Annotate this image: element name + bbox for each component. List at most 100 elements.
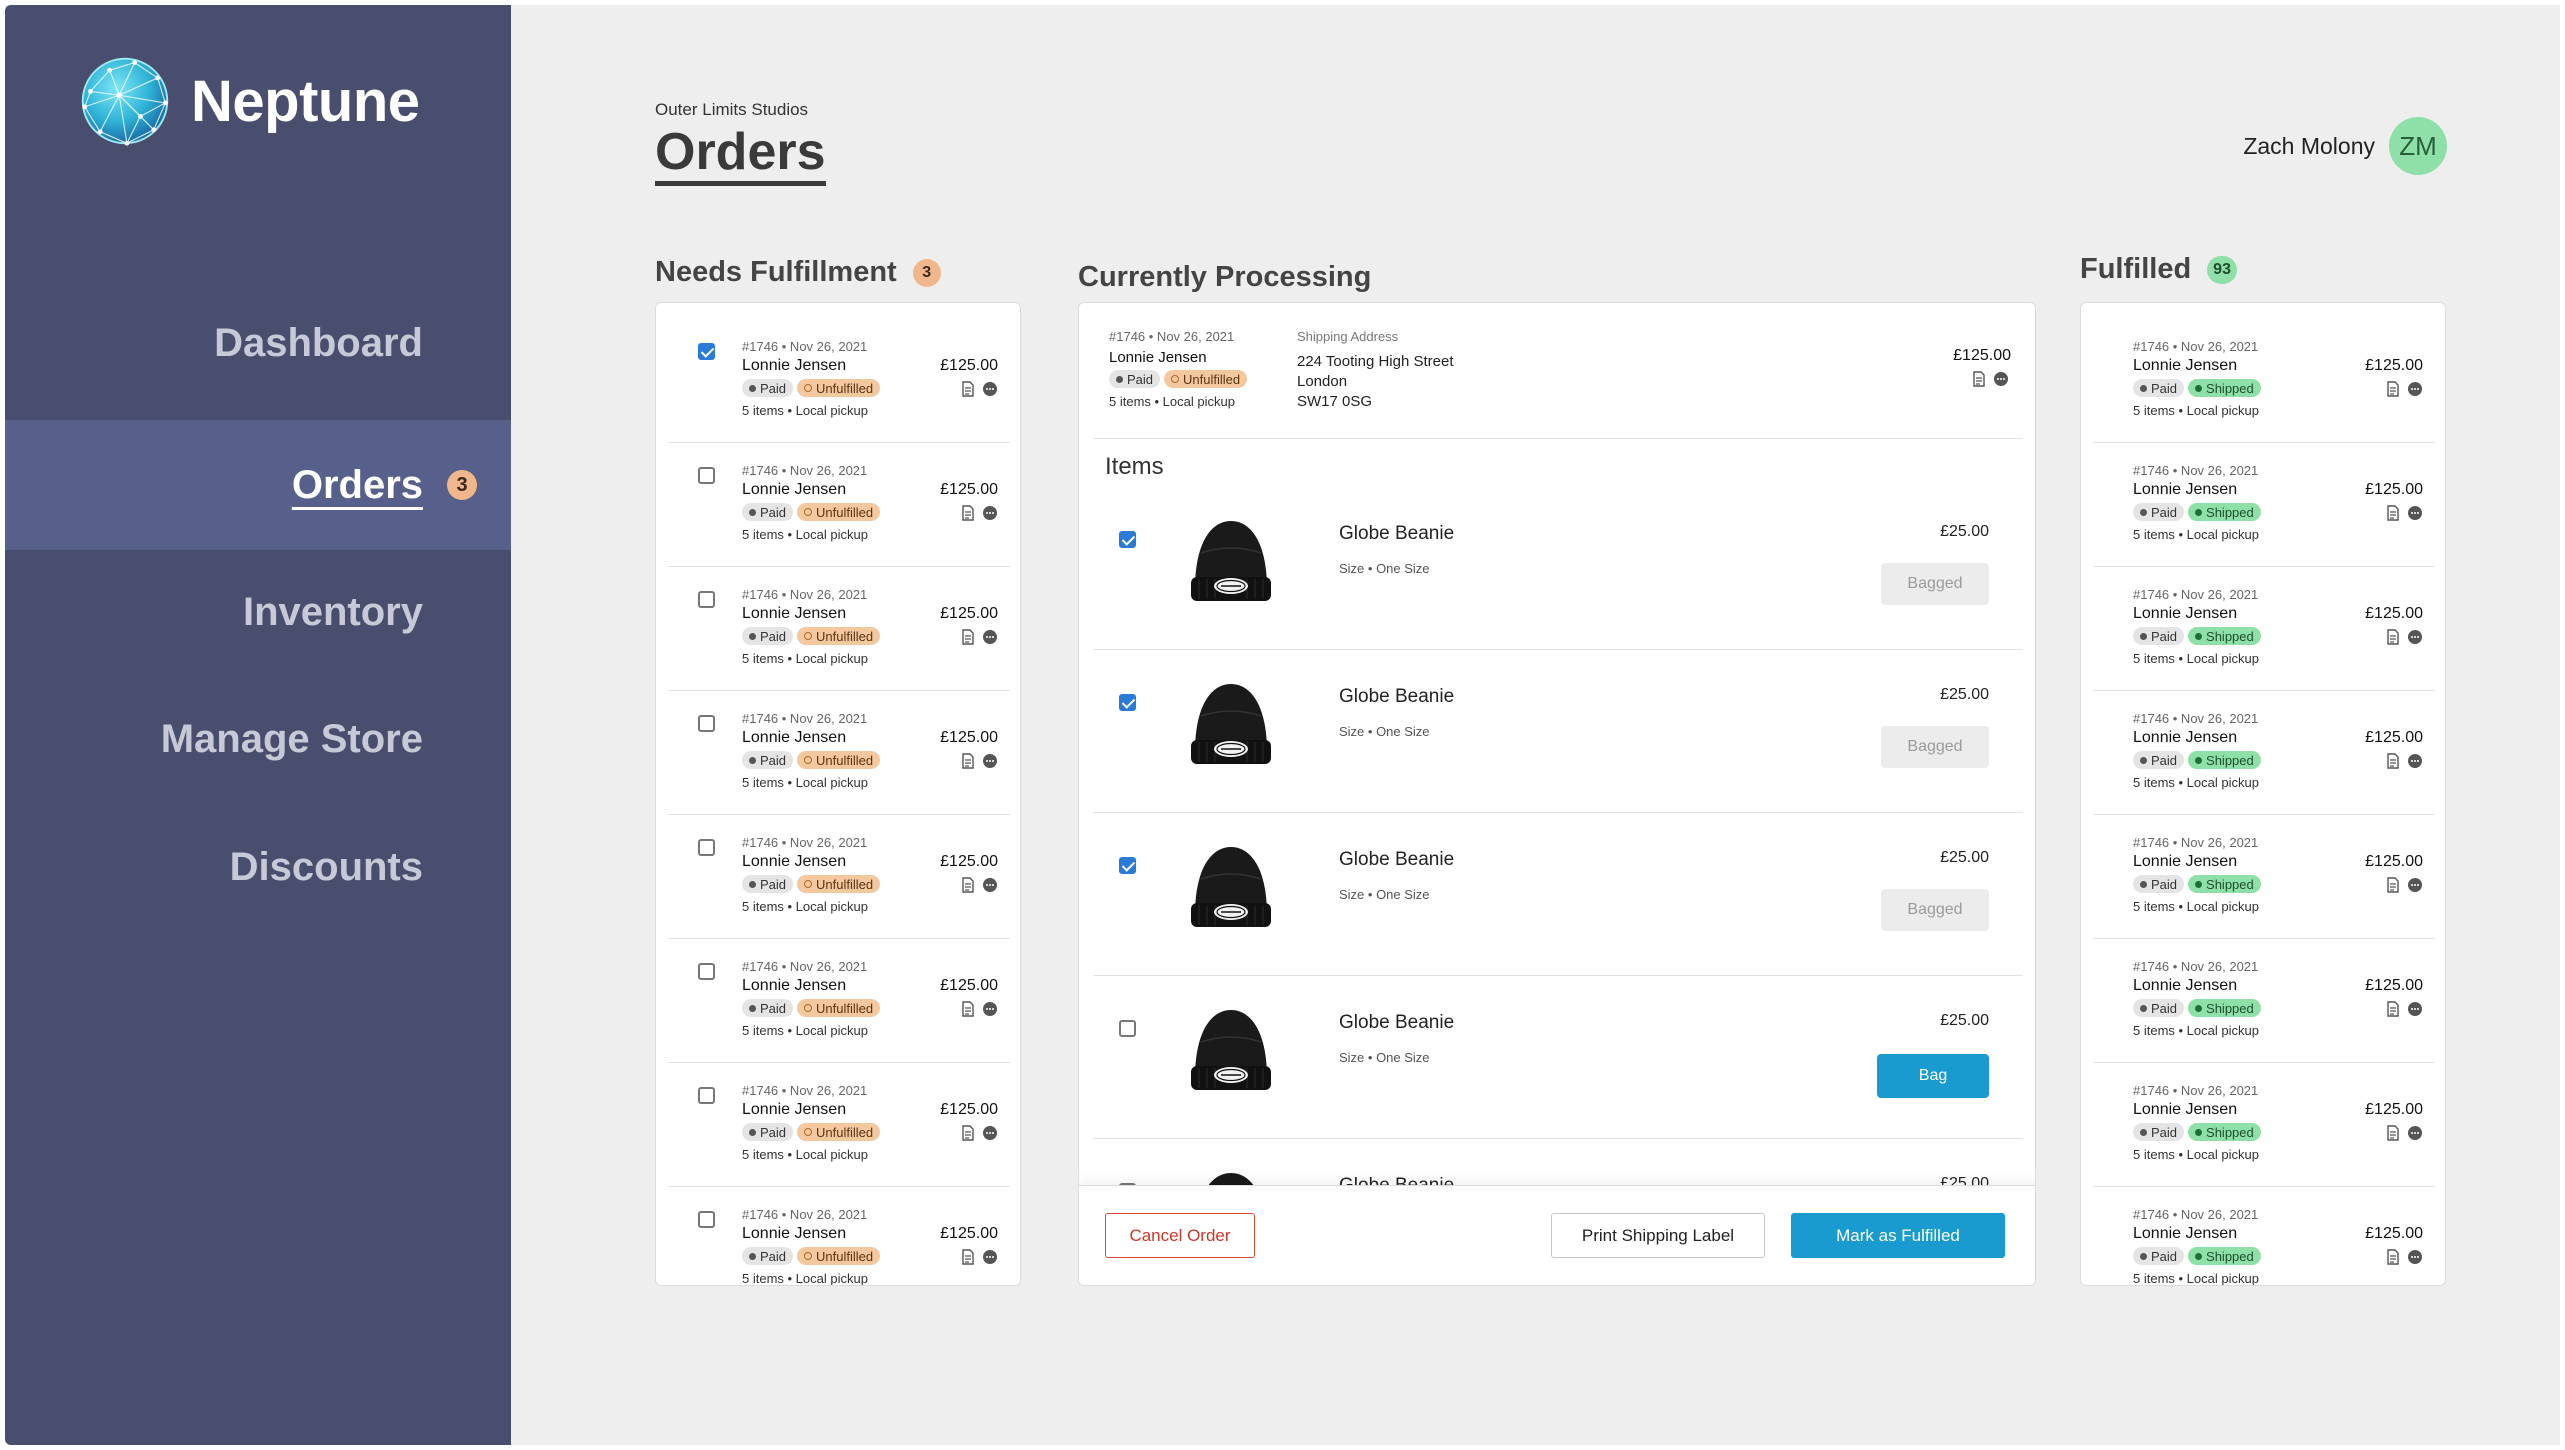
- document-icon[interactable]: [960, 877, 976, 893]
- order-tags: Paid Unfulfilled: [742, 1247, 881, 1265]
- bag-button[interactable]: Bag: [1877, 1054, 1989, 1098]
- items-summary: 5 items • Local pickup: [742, 1023, 868, 1038]
- order-meta: #1746 • Nov 26, 2021: [2133, 711, 2259, 726]
- unfulfilled-badge: Unfulfilled: [1164, 370, 1248, 388]
- order-card[interactable]: #1746 • Nov 26, 2021 Lonnie Jensen Paid …: [2093, 1063, 2435, 1187]
- order-checkbox[interactable]: [698, 343, 715, 360]
- document-icon[interactable]: [2385, 629, 2401, 645]
- item-name: Globe Beanie: [1339, 523, 1455, 544]
- order-checkbox[interactable]: [698, 839, 715, 856]
- order-card[interactable]: #1746 • Nov 26, 2021 Lonnie Jensen Paid …: [668, 939, 1010, 1063]
- order-card[interactable]: #1746 • Nov 26, 2021 Lonnie Jensen Paid …: [2093, 815, 2435, 939]
- nav-item-orders[interactable]: Orders 3: [5, 420, 511, 550]
- order-card[interactable]: #1746 • Nov 26, 2021 Lonnie Jensen Paid …: [2093, 1187, 2435, 1285]
- column-title: Needs Fulfillment: [655, 256, 897, 288]
- order-total: £125.00: [940, 977, 998, 994]
- bagged-button[interactable]: Bagged: [1881, 563, 1989, 605]
- document-icon[interactable]: [2385, 753, 2401, 769]
- order-checkbox[interactable]: [698, 591, 715, 608]
- currently-processing-heading: Currently Processing: [1078, 261, 1371, 294]
- order-checkbox[interactable]: [698, 715, 715, 732]
- comment-icon[interactable]: [2407, 381, 2423, 397]
- document-icon[interactable]: [2385, 1249, 2401, 1265]
- customer-name: Lonnie Jensen: [2133, 977, 2238, 994]
- comment-icon[interactable]: [982, 629, 998, 645]
- comment-icon[interactable]: [2407, 1001, 2423, 1017]
- avatar[interactable]: ZM: [2389, 117, 2447, 175]
- order-card[interactable]: #1746 • Nov 26, 2021 Lonnie Jensen Paid …: [668, 567, 1010, 691]
- items-summary: 5 items • Local pickup: [742, 1271, 868, 1286]
- document-icon[interactable]: [960, 1125, 976, 1141]
- document-icon[interactable]: [960, 753, 976, 769]
- order-checkbox[interactable]: [698, 467, 715, 484]
- cancel-order-button[interactable]: Cancel Order: [1105, 1213, 1255, 1258]
- customer-name: Lonnie Jensen: [742, 729, 847, 746]
- order-card[interactable]: #1746 • Nov 26, 2021 Lonnie Jensen Paid …: [668, 443, 1010, 567]
- order-card[interactable]: #1746 • Nov 26, 2021 Lonnie Jensen Paid …: [2093, 319, 2435, 443]
- comment-icon[interactable]: [2407, 505, 2423, 521]
- nav-item-dashboard[interactable]: Dashboard: [5, 298, 511, 388]
- order-card[interactable]: #1746 • Nov 26, 2021 Lonnie Jensen Paid …: [2093, 443, 2435, 567]
- order-meta: #1746 • Nov 26, 2021: [2133, 1207, 2259, 1222]
- comment-icon[interactable]: [982, 753, 998, 769]
- item-checkbox[interactable]: [1119, 857, 1136, 874]
- order-card[interactable]: #1746 • Nov 26, 2021 Lonnie Jensen Paid …: [2093, 691, 2435, 815]
- nav-item-discounts[interactable]: Discounts: [5, 822, 511, 912]
- comment-icon[interactable]: [982, 877, 998, 893]
- comment-icon[interactable]: [982, 1249, 998, 1265]
- mark-as-fulfilled-button[interactable]: Mark as Fulfilled: [1791, 1213, 2005, 1258]
- comment-icon[interactable]: [2407, 1125, 2423, 1141]
- comment-icon[interactable]: [982, 381, 998, 397]
- order-card[interactable]: #1746 • Nov 26, 2021 Lonnie Jensen Paid …: [2093, 939, 2435, 1063]
- shipped-badge: Shipped: [2188, 627, 2261, 645]
- order-summary[interactable]: #1746 • Nov 26, 2021 Lonnie Jensen Paid …: [1079, 303, 2035, 438]
- document-icon[interactable]: [960, 1001, 976, 1017]
- document-icon[interactable]: [2385, 381, 2401, 397]
- order-meta: #1746 • Nov 26, 2021: [2133, 587, 2259, 602]
- user-menu[interactable]: Zach Molony ZM: [2243, 117, 2447, 175]
- item-checkbox[interactable]: [1119, 694, 1136, 711]
- order-card[interactable]: #1746 • Nov 26, 2021 Lonnie Jensen Paid …: [668, 319, 1010, 443]
- comment-icon[interactable]: [2407, 877, 2423, 893]
- brand-logo[interactable]: Neptune: [77, 53, 420, 149]
- order-total: £125.00: [940, 357, 998, 374]
- document-icon[interactable]: [2385, 877, 2401, 893]
- bagged-button[interactable]: Bagged: [1881, 889, 1989, 931]
- document-icon[interactable]: [2385, 1125, 2401, 1141]
- document-icon[interactable]: [960, 381, 976, 397]
- document-icon[interactable]: [1971, 371, 1987, 387]
- document-icon[interactable]: [960, 629, 976, 645]
- paid-badge: Paid: [2133, 627, 2185, 645]
- order-checkbox[interactable]: [698, 1087, 715, 1104]
- comment-icon[interactable]: [982, 1001, 998, 1017]
- order-meta: #1746 • Nov 26, 2021: [742, 339, 868, 354]
- nav-item-inventory[interactable]: Inventory: [5, 567, 511, 657]
- item-checkbox[interactable]: [1119, 1020, 1136, 1037]
- item-price: £25.00: [1940, 686, 1989, 703]
- comment-icon[interactable]: [982, 505, 998, 521]
- paid-badge: Paid: [742, 751, 794, 769]
- comment-icon[interactable]: [2407, 753, 2423, 769]
- customer-name: Lonnie Jensen: [2133, 853, 2238, 870]
- comment-icon[interactable]: [1993, 371, 2009, 387]
- order-card[interactable]: #1746 • Nov 26, 2021 Lonnie Jensen Paid …: [668, 1063, 1010, 1187]
- nav-item-manage-store[interactable]: Manage Store: [5, 694, 511, 784]
- bagged-button[interactable]: Bagged: [1881, 726, 1989, 768]
- document-icon[interactable]: [2385, 1001, 2401, 1017]
- order-checkbox[interactable]: [698, 963, 715, 980]
- document-icon[interactable]: [960, 505, 976, 521]
- order-card[interactable]: #1746 • Nov 26, 2021 Lonnie Jensen Paid …: [668, 815, 1010, 939]
- item-checkbox[interactable]: [1119, 531, 1136, 548]
- comment-icon[interactable]: [2407, 629, 2423, 645]
- order-card[interactable]: #1746 • Nov 26, 2021 Lonnie Jensen Paid …: [2093, 567, 2435, 691]
- order-checkbox[interactable]: [698, 1211, 715, 1228]
- document-icon[interactable]: [960, 1249, 976, 1265]
- print-shipping-label-button[interactable]: Print Shipping Label: [1551, 1213, 1765, 1258]
- comment-icon[interactable]: [2407, 1249, 2423, 1265]
- comment-icon[interactable]: [982, 1125, 998, 1141]
- customer-name: Lonnie Jensen: [742, 357, 847, 374]
- order-card[interactable]: #1746 • Nov 26, 2021 Lonnie Jensen Paid …: [668, 691, 1010, 815]
- paid-badge: Paid: [742, 875, 794, 893]
- order-card[interactable]: #1746 • Nov 26, 2021 Lonnie Jensen Paid …: [668, 1187, 1010, 1286]
- document-icon[interactable]: [2385, 505, 2401, 521]
